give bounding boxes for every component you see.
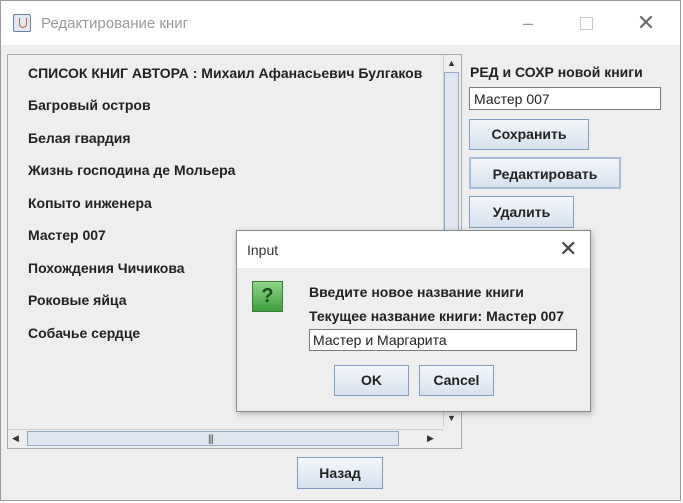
horizontal-scroll-thumb[interactable] [27,431,399,446]
list-item[interactable]: Багровый остров [28,97,151,113]
minimize-button[interactable]: – [513,11,543,35]
title-bar[interactable]: Редактирование книг – ✕ [1,1,680,45]
scroll-right-icon[interactable]: ▶ [427,434,434,443]
save-button[interactable]: Сохранить [469,119,589,150]
dialog-current-title: Текущее название книги: Мастер 007 [309,308,564,324]
maximize-button[interactable] [571,11,601,35]
close-button[interactable]: ✕ [631,11,661,35]
list-item[interactable]: Собачье сердце [28,325,140,341]
list-item[interactable]: Мастер 007 [28,227,106,243]
input-dialog: Input ✕ ? Введите новое название книги Т… [236,230,591,412]
question-icon: ? [252,281,283,312]
scroll-left-icon[interactable]: ◀ [12,434,19,443]
edit-save-label: РЕД и СОХР новой книги [470,64,643,80]
ok-button[interactable]: OK [334,365,409,396]
delete-button[interactable]: Удалить [469,196,574,228]
list-item[interactable]: Жизнь господина де Мольера [28,162,235,178]
list-item[interactable]: Копыто инженера [28,195,152,211]
dialog-title-bar[interactable]: Input ✕ [237,231,590,268]
edit-button[interactable]: Редактировать [469,157,621,189]
scroll-grip-icon: ||| [208,434,214,445]
list-header: СПИСОК КНИГ АВТОРА : Михаил Афанасьевич … [28,65,423,81]
scroll-up-icon[interactable]: ▲ [447,59,456,68]
dialog-prompt: Введите новое название книги [309,284,524,300]
list-item[interactable]: Роковые яйца [28,292,127,308]
list-item[interactable]: Похождения Чичикова [28,260,185,276]
scroll-down-icon[interactable]: ▼ [447,414,456,423]
cancel-button[interactable]: Cancel [419,365,494,396]
java-app-icon [13,14,31,32]
back-button[interactable]: Назад [297,457,383,489]
maximize-icon [579,17,593,30]
new-title-input[interactable] [309,329,577,351]
book-title-input[interactable] [469,87,661,110]
list-item[interactable]: Белая гвардия [28,130,131,146]
window-title: Редактирование книг [41,15,189,32]
dialog-title: Input [247,242,279,258]
dialog-close-button[interactable]: ✕ [559,236,577,262]
